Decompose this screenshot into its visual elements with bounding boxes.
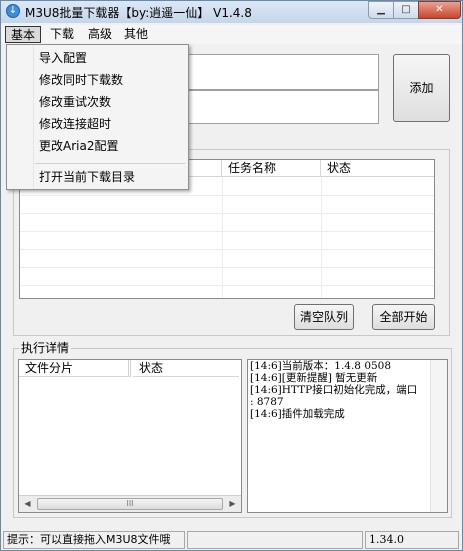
vertical-scrollbar[interactable] [430, 360, 447, 512]
minimize-icon: ▁ [377, 4, 385, 15]
log-output[interactable]: [14:6]当前版本：1.4.8 0508 [14:6][更新提醒] 暂无更新 … [247, 359, 448, 513]
grid-line [20, 249, 434, 250]
menu-advanced[interactable]: 高级 [83, 26, 117, 43]
clear-queue-button[interactable]: 清空队列 [294, 304, 354, 330]
col-task-status[interactable]: 状态 [321, 160, 434, 177]
grid-line [20, 285, 434, 286]
scroll-left-icon[interactable]: ◀ [19, 496, 36, 512]
name-input[interactable] [187, 90, 379, 124]
title-bar[interactable]: ↓ M3U8批量下载器【by:逍遥一仙】 V1.4.8 ▁ □ ✕ [1, 1, 462, 23]
log-line: [14:6]HTTP接口初始化完成，端口 [250, 384, 418, 396]
log-line: [14:6]当前版本：1.4.8 0508 [250, 360, 392, 372]
download-arrow-icon: ↓ [6, 4, 20, 18]
segment-list[interactable]: 文件分片 状态 ◀ III ▶ [18, 359, 242, 513]
maximize-icon: □ [401, 4, 411, 15]
grid-line [20, 267, 434, 268]
grid-line [20, 195, 434, 196]
close-button[interactable]: ✕ [418, 1, 461, 19]
status-bar: 提示：可以直接拖入M3U8文件哦 1.34.0 [1, 530, 462, 550]
menu-separator [35, 163, 185, 164]
menu-item-open-download-dir[interactable]: 打开当前下载目录 [7, 166, 188, 188]
main-window: ↓ M3U8批量下载器【by:逍遥一仙】 V1.4.8 ▁ □ ✕ 基本 下载 … [0, 0, 463, 551]
add-button[interactable]: 添加 [393, 54, 450, 122]
col-file-segment[interactable]: 文件分片 [19, 360, 131, 377]
log-line: : 8787 [250, 396, 284, 408]
menu-basic[interactable]: 基本 [5, 26, 42, 43]
window-title: M3U8批量下载器【by:逍遥一仙】 V1.4.8 [25, 6, 252, 20]
menu-item-connect-timeout[interactable]: 修改连接超时 [7, 113, 188, 135]
menu-download[interactable]: 下载 [45, 26, 79, 43]
basic-menu-dropdown: 导入配置 修改同时下载数 修改重试次数 修改连接超时 更改Aria2配置 打开当… [6, 44, 189, 190]
grid-line [20, 213, 434, 214]
log-line: [14:6]插件加载完成 [250, 408, 345, 420]
menu-item-concurrent-downloads[interactable]: 修改同时下载数 [7, 69, 188, 91]
start-all-button[interactable]: 全部开始 [372, 304, 435, 330]
menu-item-retry-count[interactable]: 修改重试次数 [7, 91, 188, 113]
col-task-name[interactable]: 任务名称 [222, 160, 321, 177]
details-group-label: 执行详情 [19, 341, 72, 355]
menu-bar: 基本 下载 高级 其他 [1, 25, 462, 44]
maximize-button[interactable]: □ [393, 1, 419, 19]
col-segment-status[interactable]: 状态 [133, 360, 239, 377]
menu-item-aria2-config[interactable]: 更改Aria2配置 [7, 135, 188, 157]
status-version: 1.34.0 [365, 531, 459, 549]
close-icon: ✕ [435, 4, 444, 15]
menu-item-import-config[interactable]: 导入配置 [7, 47, 188, 69]
log-line: [14:6][更新提醒] 暂无更新 [250, 372, 378, 384]
grid-line [20, 231, 434, 232]
url-input[interactable] [187, 54, 379, 90]
status-hint: 提示：可以直接拖入M3U8文件哦 [3, 531, 185, 549]
scroll-right-icon[interactable]: ▶ [224, 496, 241, 512]
horizontal-scrollbar[interactable]: ◀ III ▶ [19, 495, 241, 512]
status-middle [187, 531, 363, 549]
menu-other[interactable]: 其他 [119, 26, 153, 43]
scroll-thumb[interactable]: III [37, 498, 223, 510]
minimize-button[interactable]: ▁ [368, 1, 394, 19]
